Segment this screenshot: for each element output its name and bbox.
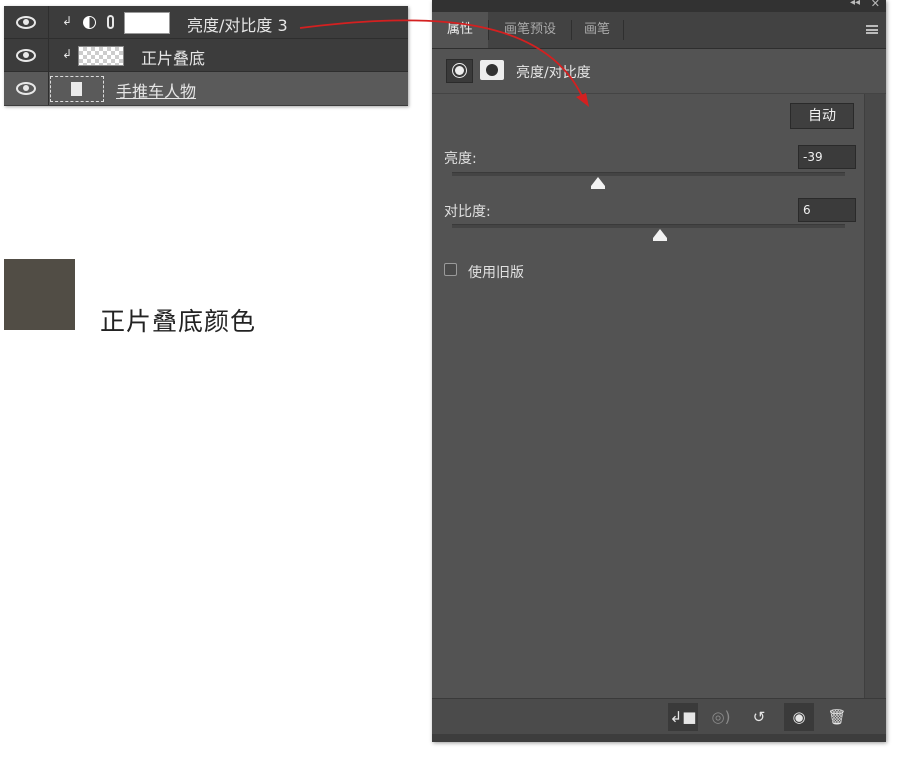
toggle-visibility-button[interactable]: ◉	[784, 703, 814, 731]
multiply-color-swatch	[4, 259, 75, 330]
adjustment-header: 亮度/对比度	[432, 49, 886, 94]
layer-name[interactable]: 手推车人物	[116, 78, 196, 102]
brightness-label: 亮度:	[444, 151, 477, 167]
mask-icon[interactable]	[480, 60, 504, 80]
brightness-value-field[interactable]: -39	[798, 145, 856, 169]
visibility-eye-icon[interactable]	[4, 39, 49, 72]
use-legacy-checkbox[interactable]	[444, 263, 457, 276]
smart-object-thumbnail[interactable]	[50, 76, 104, 102]
layer-row-brightness-contrast[interactable]: ↲ 亮度/对比度 3	[4, 6, 408, 39]
use-legacy-label[interactable]: 使用旧版	[468, 262, 524, 282]
clip-arrow-icon: ↲	[62, 14, 73, 28]
panel-title-bar: ◂◂ ✕	[432, 0, 886, 12]
visibility-eye-icon[interactable]	[4, 72, 49, 105]
chain-link-icon[interactable]	[107, 15, 114, 29]
tab-properties[interactable]: 属性	[432, 12, 488, 48]
clip-to-layer-icon: ↲■	[669, 708, 697, 726]
properties-panel: ◂◂ ✕ 属性 画笔预设 画笔 亮度/对比度 自动 亮度: -39 对比度: 6…	[432, 0, 886, 742]
brightness-slider-track[interactable]	[452, 172, 845, 176]
transparent-layer-thumbnail[interactable]	[78, 46, 124, 66]
visibility-eye-icon[interactable]	[4, 6, 49, 39]
tab-brush[interactable]: 画笔	[572, 12, 622, 48]
view-previous-state-icon: ◎)	[711, 708, 731, 726]
scrollbar[interactable]	[864, 94, 885, 698]
adjustment-title: 亮度/对比度	[516, 65, 591, 81]
panel-bottom-strip	[432, 734, 886, 742]
adjustment-layer-icon	[83, 16, 96, 29]
clip-arrow-icon: ↲	[62, 47, 73, 61]
swatch-caption: 正片叠底颜色	[100, 307, 257, 336]
tab-brush-presets[interactable]: 画笔预设	[490, 12, 570, 48]
reset-button[interactable]: ↺	[744, 703, 774, 731]
layer-name[interactable]: 正片叠底	[141, 45, 205, 69]
contrast-slider-thumb[interactable]	[653, 229, 667, 241]
layer-row-cart-person[interactable]: 手推车人物	[4, 72, 408, 105]
clip-to-layer-button[interactable]: ↲■	[668, 703, 698, 731]
layer-name[interactable]: 亮度/对比度 3	[187, 12, 288, 36]
view-previous-state-button[interactable]: ◎)	[706, 703, 736, 731]
brightness-slider-thumb[interactable]	[591, 177, 605, 189]
delete-button[interactable]: 🗑	[822, 703, 852, 731]
auto-button[interactable]: 自动	[790, 103, 854, 129]
collapse-icon[interactable]: ◂◂	[850, 0, 860, 8]
layer-row-multiply[interactable]: ↲ 正片叠底	[4, 39, 408, 72]
reset-icon: ↺	[752, 708, 766, 726]
layer-mask-thumbnail[interactable]	[124, 12, 170, 34]
contrast-label: 对比度:	[444, 204, 491, 220]
layers-panel: ↲ 亮度/对比度 3 ↲ 正片叠底 手推车人物	[4, 6, 408, 106]
contrast-slider-track[interactable]	[452, 224, 845, 228]
panel-menu-icon[interactable]	[866, 25, 878, 34]
close-icon[interactable]: ✕	[871, 0, 880, 10]
brightness-adjustment-icon[interactable]	[446, 59, 473, 83]
contrast-value-field[interactable]: 6	[798, 198, 856, 222]
visibility-icon: ◉	[792, 708, 806, 726]
tab-bar: 属性 画笔预设 画笔	[432, 12, 886, 49]
delete-icon: 🗑	[827, 708, 847, 726]
panel-footer: ↲■ ◎) ↺ ◉ 🗑	[432, 698, 886, 735]
